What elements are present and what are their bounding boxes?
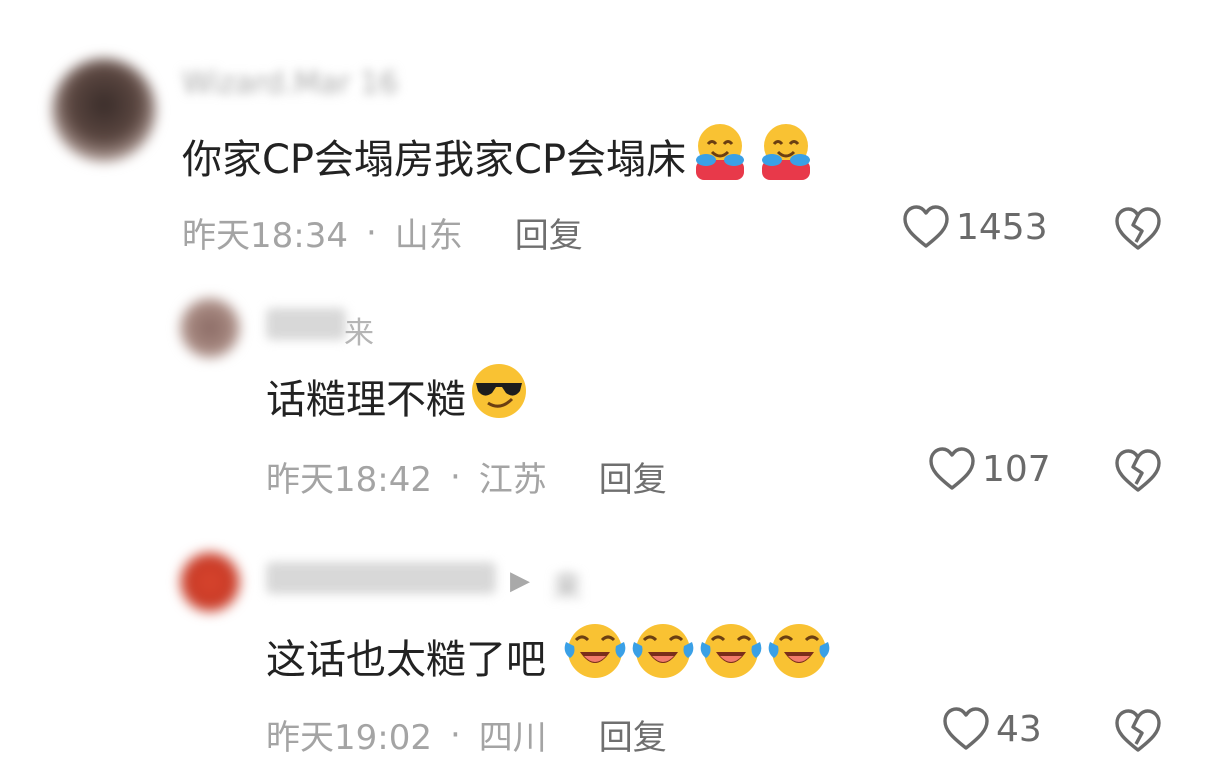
crying-laughing-emoji bbox=[698, 620, 764, 692]
broken-heart-icon bbox=[1115, 449, 1161, 492]
reply-button[interactable]: 回复 bbox=[599, 710, 667, 759]
crying-laughing-emoji bbox=[630, 620, 696, 692]
comment-location: 山东 bbox=[394, 216, 463, 256]
crying-laughing-emoji bbox=[562, 620, 628, 692]
comment-time: 昨天18:42 bbox=[266, 460, 432, 500]
comment-text-content: 这话也太糙了吧 bbox=[266, 637, 546, 683]
username-blurred[interactable] bbox=[266, 562, 496, 594]
avatar[interactable] bbox=[180, 298, 240, 358]
hugging-face-emoji bbox=[754, 120, 818, 192]
dislike-button[interactable] bbox=[1114, 448, 1162, 498]
separator: · bbox=[449, 456, 461, 497]
comment-text: 这话也太糙了吧 bbox=[266, 624, 832, 686]
reply-to-username[interactable]: 来 bbox=[552, 562, 582, 606]
username-blurred[interactable] bbox=[266, 308, 346, 340]
hugging-face-emoji bbox=[688, 120, 752, 192]
comment-text-content: 你家CP会塌房我家CP会塌床 bbox=[182, 137, 687, 183]
comment-text: 你家CP会塌房我家CP会塌床 bbox=[182, 124, 818, 184]
comment-meta: 昨天18:34 · 山东 回复 bbox=[182, 208, 583, 257]
reply-button[interactable]: 回复 bbox=[515, 208, 583, 257]
comment-location: 江苏 bbox=[478, 460, 547, 500]
heart-icon bbox=[943, 707, 989, 750]
like-count: 43 bbox=[996, 708, 1042, 750]
comment-text-content: 话糙理不糙 bbox=[266, 377, 466, 423]
sunglasses-face-emoji bbox=[468, 361, 530, 431]
comment-meta: 昨天19:02 · 四川 回复 bbox=[266, 710, 667, 759]
heart-icon bbox=[903, 205, 949, 248]
separator: · bbox=[365, 212, 377, 253]
username[interactable]: Wizard.Mar 16 bbox=[182, 66, 398, 101]
like-button[interactable]: 43 bbox=[942, 706, 1042, 752]
like-button[interactable]: 107 bbox=[928, 446, 1051, 492]
avatar[interactable] bbox=[180, 552, 240, 612]
dislike-button[interactable] bbox=[1114, 708, 1162, 758]
like-count: 107 bbox=[982, 448, 1051, 490]
comment-meta: 昨天18:42 · 江苏 回复 bbox=[266, 452, 667, 501]
reply-arrow-icon: ▶ bbox=[510, 566, 530, 596]
comment-time: 昨天18:34 bbox=[182, 216, 348, 256]
like-button[interactable]: 1453 bbox=[902, 204, 1048, 250]
comment-time: 昨天19:02 bbox=[266, 718, 432, 758]
heart-icon bbox=[929, 447, 975, 490]
separator: · bbox=[449, 714, 461, 755]
comment-text: 话糙理不糙 bbox=[266, 364, 530, 424]
like-count: 1453 bbox=[956, 206, 1048, 248]
comment-location: 四川 bbox=[478, 718, 547, 758]
broken-heart-icon bbox=[1115, 207, 1161, 250]
avatar[interactable] bbox=[52, 58, 156, 162]
dislike-button[interactable] bbox=[1114, 206, 1162, 256]
reply-button[interactable]: 回复 bbox=[599, 452, 667, 501]
username[interactable]: 来 bbox=[344, 308, 374, 352]
crying-laughing-emoji bbox=[766, 620, 832, 692]
broken-heart-icon bbox=[1115, 709, 1161, 752]
